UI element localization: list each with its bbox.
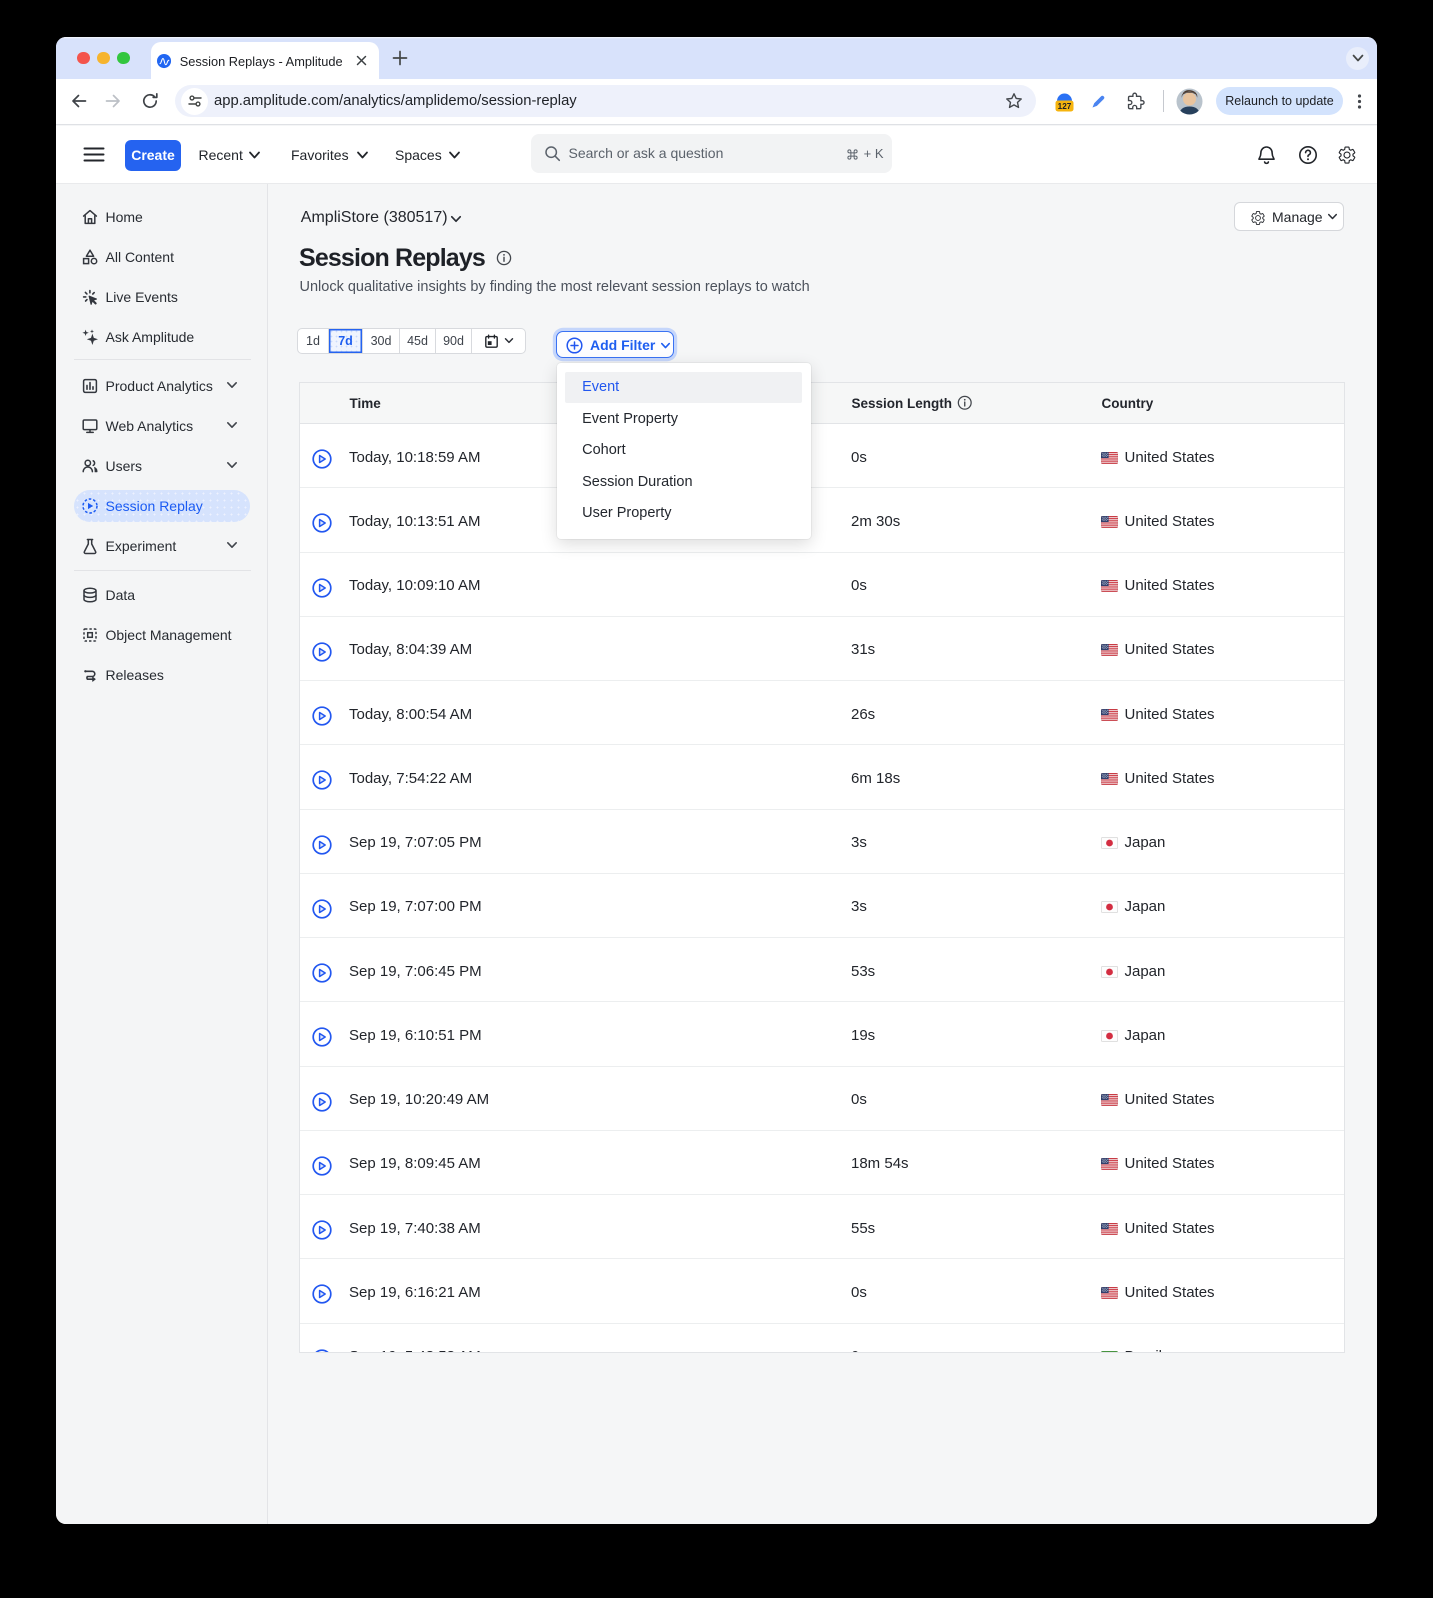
svg-text:127: 127 — [1058, 102, 1072, 111]
